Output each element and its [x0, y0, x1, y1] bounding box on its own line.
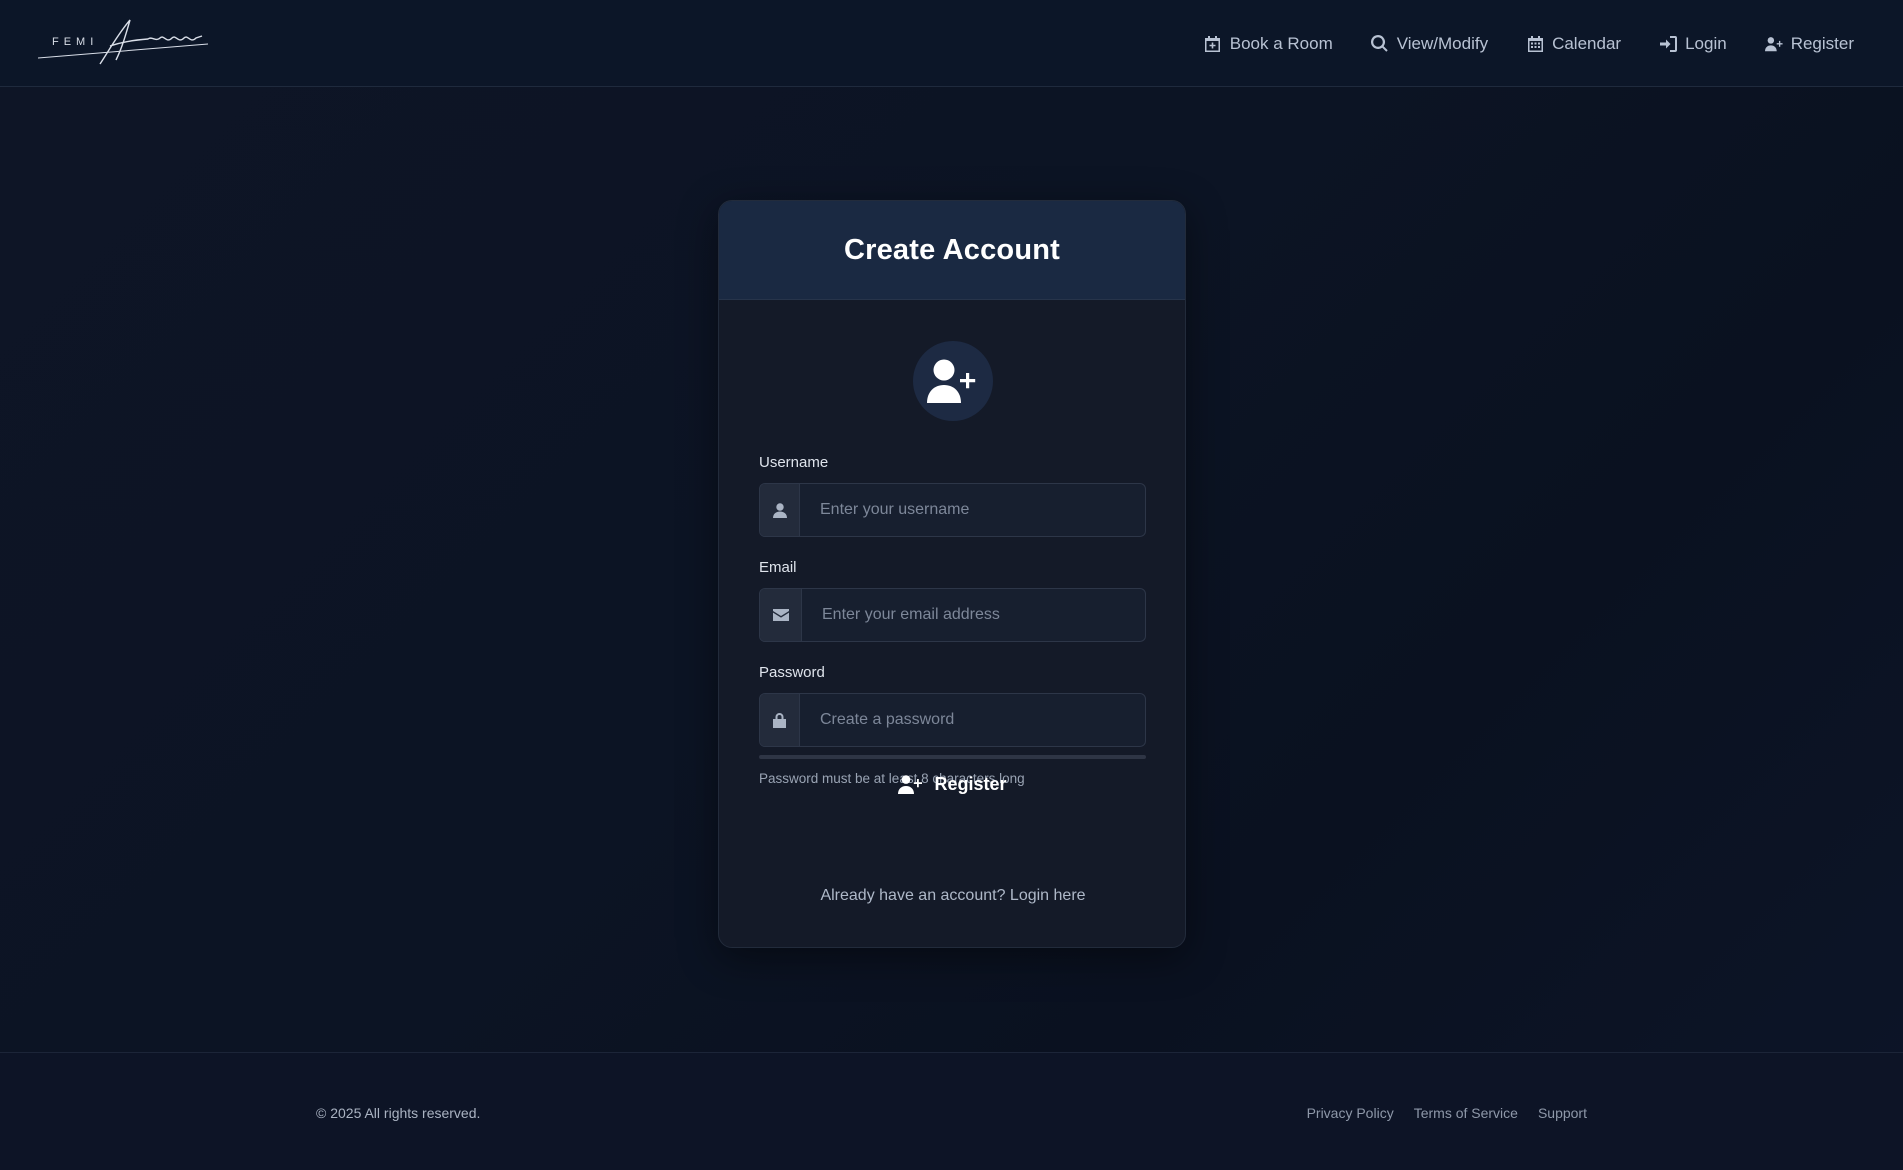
- nav-register[interactable]: Register: [1746, 24, 1873, 64]
- password-input-group: [759, 693, 1146, 747]
- footer-links: Privacy Policy Terms of Service Support: [1307, 1105, 1587, 1121]
- password-input[interactable]: [800, 694, 1145, 746]
- page-title: Create Account: [843, 233, 1061, 266]
- nav-label: Book a Room: [1229, 33, 1333, 53]
- nav-label: View/Modify: [1396, 33, 1489, 53]
- login-prompt: Already have an account? Login here: [719, 887, 1185, 905]
- login-prompt-text: Already have an account?: [820, 887, 1006, 904]
- nav-login[interactable]: Login: [1640, 24, 1746, 64]
- email-label: Email: [759, 559, 797, 576]
- lock-icon: [760, 694, 800, 746]
- calendar-icon: [1526, 35, 1544, 53]
- password-label: Password: [759, 664, 825, 681]
- user-plus-icon: [927, 359, 976, 403]
- user-icon: [760, 484, 800, 536]
- user-plus-icon: [898, 774, 923, 794]
- avatar: [913, 341, 993, 421]
- logo-text: FEMI: [52, 36, 99, 48]
- brand-logo[interactable]: FEMI: [38, 14, 213, 66]
- username-label: Username: [759, 454, 829, 471]
- envelope-icon: [760, 589, 802, 641]
- user-plus-icon: [1764, 35, 1783, 53]
- footer-link-privacy[interactable]: Privacy Policy: [1307, 1105, 1394, 1121]
- main-nav: Book a Room View/Modify Calendar Login R…: [1185, 0, 1873, 87]
- password-strength-bar: [759, 755, 1146, 759]
- footer: © 2025 All rights reserved. Privacy Poli…: [0, 1052, 1903, 1170]
- username-input-group: [759, 483, 1146, 537]
- register-button[interactable]: Register: [759, 764, 1146, 804]
- register-card: Create Account Username Email: [718, 200, 1186, 948]
- top-navbar: FEMI Book a Room View/Modify Calendar Lo…: [0, 0, 1903, 87]
- email-input-group: [759, 588, 1146, 642]
- username-input[interactable]: [800, 484, 1145, 536]
- nav-calendar[interactable]: Calendar: [1507, 24, 1640, 64]
- register-form: Username Email Password: [759, 453, 1146, 786]
- card-header: Create Account: [719, 201, 1185, 300]
- footer-link-terms[interactable]: Terms of Service: [1414, 1105, 1518, 1121]
- nav-label: Calendar: [1552, 33, 1622, 53]
- nav-label: Register: [1790, 33, 1854, 53]
- nav-label: Login: [1685, 33, 1727, 53]
- email-input[interactable]: [802, 589, 1145, 641]
- copyright-text: © 2025 All rights reserved.: [316, 1105, 481, 1121]
- email-field-group: Email: [759, 558, 1146, 642]
- register-button-label: Register: [934, 773, 1007, 794]
- username-field-group: Username: [759, 453, 1146, 537]
- sign-in-icon: [1659, 35, 1677, 53]
- nav-book-room[interactable]: Book a Room: [1185, 24, 1352, 64]
- calendar-plus-icon: [1204, 35, 1222, 53]
- search-icon: [1371, 35, 1389, 53]
- nav-view-modify[interactable]: View/Modify: [1352, 24, 1507, 64]
- login-link[interactable]: Login here: [1010, 887, 1086, 904]
- footer-link-support[interactable]: Support: [1538, 1105, 1587, 1121]
